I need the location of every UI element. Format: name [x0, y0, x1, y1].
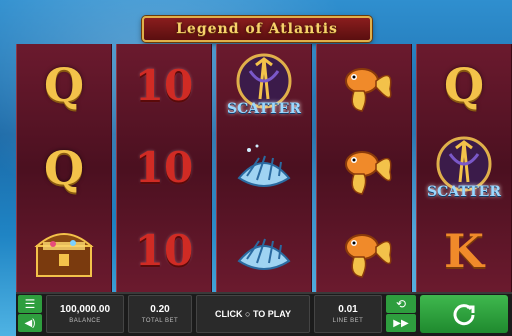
- symbol-k: K: [444, 223, 484, 278]
- line-bet-display[interactable]: 0.01 LINE BET: [314, 295, 382, 333]
- scatter-symbol: SCATTER: [224, 47, 304, 123]
- goldfish-icon: [324, 47, 404, 123]
- speaker-icon: ◀): [24, 317, 36, 329]
- total-bet-value: 0.20: [150, 304, 170, 315]
- hamburger-icon: ☰: [24, 297, 36, 311]
- reel-2: 10 10 10: [116, 44, 212, 292]
- balance-display: 100,000.00 BALANCE: [46, 295, 124, 333]
- symbol-q: Q: [43, 140, 85, 195]
- symbol-q: Q: [43, 58, 85, 113]
- play-prompt: CLICK ○ TO PLAY: [196, 295, 310, 333]
- turbo-button[interactable]: ▶▶: [386, 314, 416, 332]
- goldfish-icon: [324, 130, 404, 206]
- symbol-10: 10: [134, 226, 194, 276]
- balance-value: 100,000.00: [59, 304, 111, 315]
- seashell-icon: [224, 130, 304, 206]
- fast-forward-icon: ▶▶: [393, 317, 409, 329]
- spin-button[interactable]: [420, 295, 508, 333]
- line-bet-value: 0.01: [338, 304, 358, 315]
- spin-icon: [453, 304, 475, 326]
- reels-area: Q Q 10 10 10 SCATTER Q SCATTER K: [16, 44, 512, 292]
- symbol-10: 10: [134, 60, 194, 110]
- seashell-icon: [224, 213, 304, 289]
- symbol-q: Q: [443, 58, 485, 113]
- scatter-label: SCATTER: [227, 101, 301, 118]
- reel-4: [316, 44, 412, 292]
- reel-1: Q Q: [16, 44, 112, 292]
- reel-5: Q SCATTER K: [416, 44, 512, 292]
- total-bet-display[interactable]: 0.20 TOTAL BET: [128, 295, 192, 333]
- game-title-banner: Legend of Atlantis: [142, 16, 372, 42]
- treasure-chest-icon: [24, 213, 104, 289]
- menu-button[interactable]: ☰: [18, 295, 42, 313]
- symbol-10: 10: [134, 143, 194, 193]
- play-prompt-text: CLICK ○ TO PLAY: [215, 309, 291, 319]
- scatter-symbol: SCATTER: [424, 130, 504, 206]
- sound-button[interactable]: ◀): [18, 314, 42, 332]
- scatter-label: SCATTER: [427, 183, 501, 200]
- line-bet-label: LINE BET: [332, 318, 364, 324]
- game-title: Legend of Atlantis: [176, 21, 338, 37]
- reel-3: SCATTER: [216, 44, 312, 292]
- total-bet-label: TOTAL BET: [141, 318, 179, 324]
- autoplay-icon: ⟲: [395, 297, 407, 311]
- autoplay-button[interactable]: ⟲: [386, 295, 416, 313]
- goldfish-icon: [324, 213, 404, 289]
- balance-label: BALANCE: [69, 318, 101, 324]
